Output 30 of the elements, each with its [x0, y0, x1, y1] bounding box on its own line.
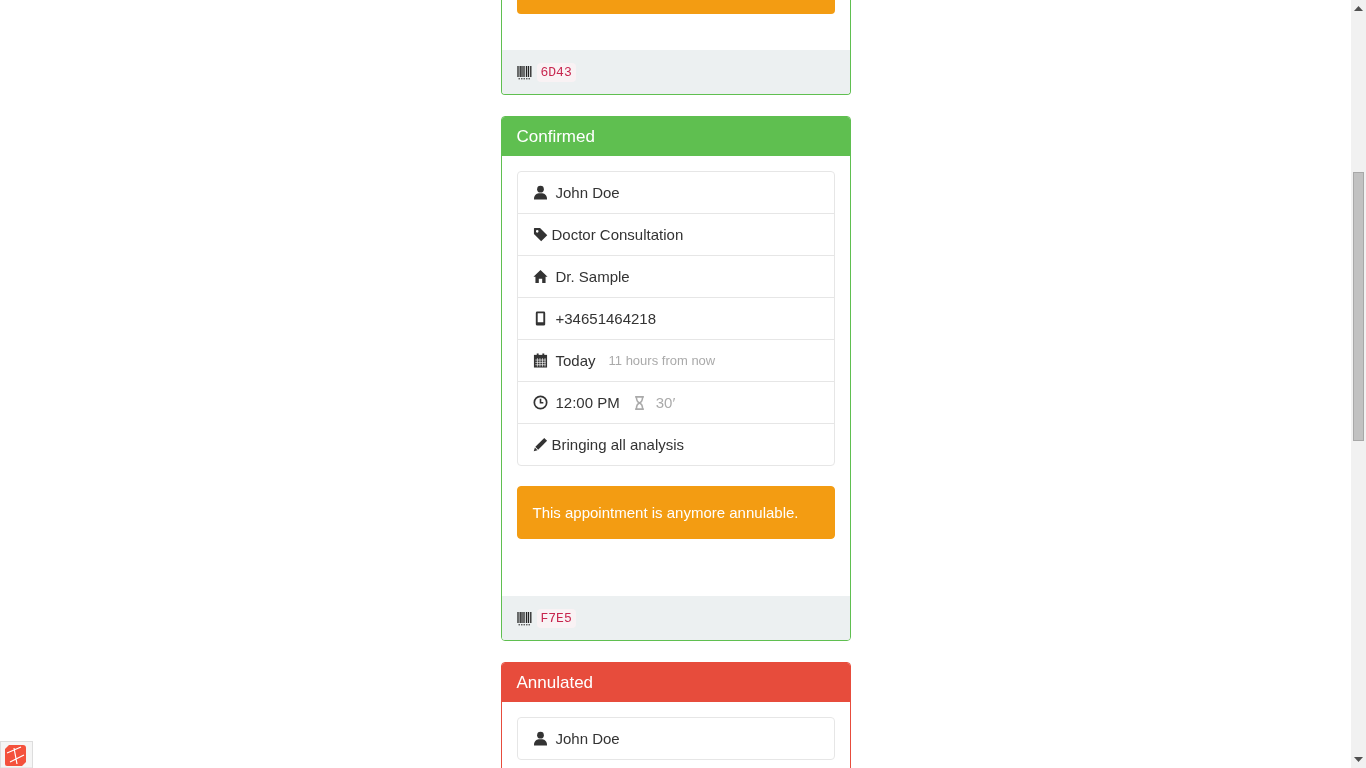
status-title: Confirmed: [516, 126, 595, 147]
reference-code: 6D43: [536, 62, 576, 82]
client-name: John Doe: [555, 728, 620, 749]
duration-text: 30′: [655, 394, 676, 411]
barcode-icon: [516, 64, 532, 80]
scrollbar[interactable]: [1351, 0, 1366, 768]
provider-name: Dr. Sample: [555, 266, 630, 287]
clock-icon: [532, 395, 548, 410]
time-text: 12:00 PM: [555, 392, 620, 413]
caret-up-icon[interactable]: [1354, 6, 1363, 11]
client-name: John Doe: [555, 182, 620, 203]
date-text: Today: [555, 350, 596, 371]
hourglass-icon: [633, 395, 645, 410]
status-title: Annulated: [516, 672, 594, 693]
logo-icon[interactable]: [0, 741, 33, 768]
home-icon: [532, 269, 548, 284]
service-name: Doctor Consultation: [551, 224, 684, 245]
person-icon: [532, 731, 548, 746]
tag-icon: [532, 227, 548, 242]
caret-down-icon[interactable]: [1354, 757, 1363, 762]
barcode-icon: [516, 610, 532, 626]
person-icon: [532, 185, 548, 200]
calendar-icon: [532, 353, 548, 368]
warning-alert: This appointment is anymore annulable.: [516, 486, 835, 539]
phone-number: +34651464218: [555, 308, 657, 329]
scrollbar-thumb[interactable]: [1353, 172, 1364, 441]
notes-text: Bringing all analysis: [551, 434, 685, 455]
pencil-icon: [532, 437, 548, 452]
relative-time-text: 11 hours from now: [608, 353, 716, 368]
reference-code: F7E5: [536, 608, 576, 628]
